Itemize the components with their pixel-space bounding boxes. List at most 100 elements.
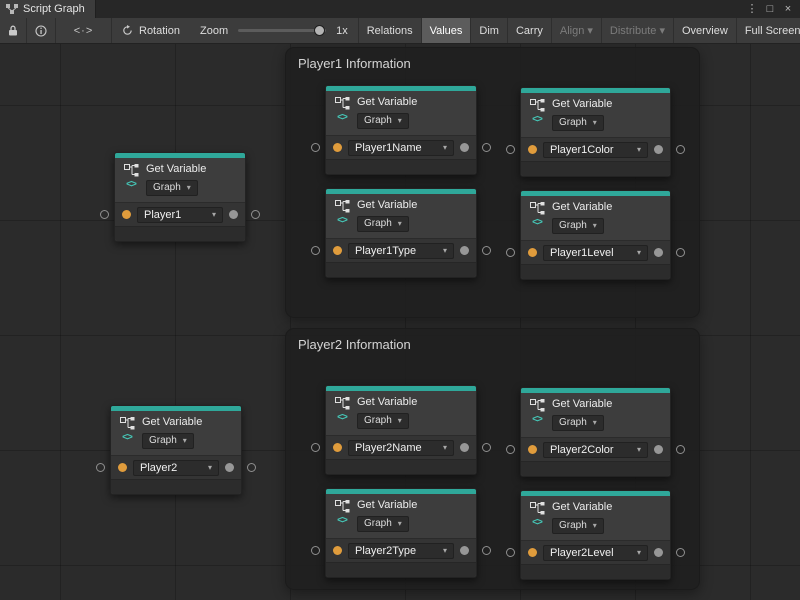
variable-dropdown[interactable]: Player1Level ▾ <box>543 245 648 261</box>
node-header-text: Get Variable Graph ▾ <box>552 501 612 534</box>
node-header-text: Get Variable Graph ▾ <box>552 201 612 234</box>
node-get-variable-player2color[interactable]: <> Get Variable Graph ▾ Player2Color ▾ <box>520 387 671 477</box>
variable-dropdown[interactable]: Player1Type ▾ <box>348 243 454 259</box>
input-port[interactable] <box>333 546 342 555</box>
input-port[interactable] <box>333 143 342 152</box>
node-get-variable-player2level[interactable]: <> Get Variable Graph ▾ Player2Level ▾ <box>520 490 671 580</box>
node-get-variable-player1level[interactable]: <> Get Variable Graph ▾ Player1Level ▾ <box>520 190 671 280</box>
output-port[interactable] <box>460 443 469 452</box>
input-port-ring[interactable] <box>506 445 515 454</box>
node-get-variable-player1[interactable]: <> Get Variable Graph ▾ Player1 ▾ <box>114 152 246 242</box>
input-port-ring[interactable] <box>311 546 320 555</box>
window-close-button[interactable]: × <box>779 0 797 18</box>
info-button[interactable] <box>27 18 56 43</box>
variable-dropdown[interactable]: Player2Type ▾ <box>348 543 454 559</box>
scope-dropdown[interactable]: Graph ▾ <box>552 115 604 131</box>
scope-dropdown[interactable]: Graph ▾ <box>357 413 409 429</box>
variable-dropdown-label: Player2 <box>140 462 177 474</box>
window-menu-button[interactable]: ⋮ <box>743 0 761 18</box>
output-port[interactable] <box>225 463 234 472</box>
scope-dropdown[interactable]: Graph ▾ <box>552 415 604 431</box>
variable-dropdown[interactable]: Player2Color ▾ <box>543 442 648 458</box>
node-get-variable-player1type[interactable]: <> Get Variable Graph ▾ Player1Type ▾ <box>325 188 477 278</box>
zoom-slider[interactable] <box>238 29 326 32</box>
variable-dropdown[interactable]: Player1Color ▾ <box>543 142 648 158</box>
input-port-ring[interactable] <box>311 443 320 452</box>
toolbar-button-full-screen[interactable]: Full Screen <box>736 18 800 43</box>
input-port[interactable] <box>528 145 537 154</box>
input-port-ring[interactable] <box>96 463 105 472</box>
toolbar-button-align[interactable]: Align ▾ <box>551 18 601 43</box>
output-port-ring[interactable] <box>676 248 685 257</box>
output-port[interactable] <box>460 546 469 555</box>
node-header-text: Get Variable Graph ▾ <box>552 398 612 431</box>
variable-dropdown[interactable]: Player1 ▾ <box>137 207 223 223</box>
input-port-ring[interactable] <box>506 248 515 257</box>
toolbar-button-carry[interactable]: Carry <box>507 18 551 43</box>
input-port-ring[interactable] <box>311 143 320 152</box>
output-port[interactable] <box>654 248 663 257</box>
output-port-ring[interactable] <box>482 546 491 555</box>
get-variable-icon <box>335 397 350 410</box>
zoom-slider-knob[interactable] <box>314 25 325 36</box>
output-port-ring[interactable] <box>251 210 260 219</box>
output-port[interactable] <box>460 143 469 152</box>
scope-dropdown[interactable]: Graph ▾ <box>146 180 198 196</box>
variable-dropdown[interactable]: Player2Name ▾ <box>348 440 454 456</box>
input-port[interactable] <box>333 246 342 255</box>
input-port[interactable] <box>333 443 342 452</box>
output-port[interactable] <box>654 548 663 557</box>
input-port-ring[interactable] <box>311 246 320 255</box>
output-port-ring[interactable] <box>247 463 256 472</box>
input-port[interactable] <box>118 463 127 472</box>
output-port[interactable] <box>460 246 469 255</box>
input-port[interactable] <box>122 210 131 219</box>
node-get-variable-player2[interactable]: <> Get Variable Graph ▾ Player2 ▾ <box>110 405 242 495</box>
scope-dropdown[interactable]: Graph ▾ <box>552 218 604 234</box>
output-port-ring[interactable] <box>676 548 685 557</box>
window-maximize-button[interactable]: □ <box>761 0 779 18</box>
input-port-ring[interactable] <box>506 548 515 557</box>
input-port[interactable] <box>528 445 537 454</box>
chevron-down-icon: ▾ <box>593 417 597 429</box>
window-controls: ⋮ □ × <box>743 0 800 18</box>
toolbar-button-overview[interactable]: Overview <box>673 18 736 43</box>
input-port-ring[interactable] <box>506 145 515 154</box>
node-icon-column: <> <box>529 398 545 431</box>
output-port-ring[interactable] <box>482 143 491 152</box>
output-port[interactable] <box>654 145 663 154</box>
node-get-variable-player1name[interactable]: <> Get Variable Graph ▾ Player1Name ▾ <box>325 85 477 175</box>
chevron-down-icon: ▾ <box>443 443 447 452</box>
node-get-variable-player2name[interactable]: <> Get Variable Graph ▾ Player2Name ▾ <box>325 385 477 475</box>
output-port[interactable] <box>229 210 238 219</box>
variable-dropdown[interactable]: Player2 ▾ <box>133 460 219 476</box>
scope-dropdown[interactable]: Graph ▾ <box>357 113 409 129</box>
node-get-variable-player2type[interactable]: <> Get Variable Graph ▾ Player2Type ▾ <box>325 488 477 578</box>
scope-dropdown[interactable]: Graph ▾ <box>357 216 409 232</box>
node-icon-column: <> <box>123 163 139 196</box>
lock-button[interactable] <box>0 18 27 43</box>
scope-dropdown[interactable]: Graph ▾ <box>357 516 409 532</box>
chevron-down-icon: ▾ <box>398 218 402 230</box>
scope-dropdown[interactable]: Graph ▾ <box>552 518 604 534</box>
code-toggle-button[interactable]: <·> <box>56 18 112 43</box>
tab-script-graph[interactable]: Script Graph <box>0 0 96 18</box>
node-get-variable-player1color[interactable]: <> Get Variable Graph ▾ Player1Color ▾ <box>520 87 671 177</box>
scope-dropdown[interactable]: Graph ▾ <box>142 433 194 449</box>
node-header: <> Get Variable Graph ▾ <box>326 391 476 435</box>
input-port[interactable] <box>528 248 537 257</box>
output-port-ring[interactable] <box>676 145 685 154</box>
toolbar-button-distribute[interactable]: Distribute ▾ <box>601 18 673 43</box>
toolbar-button-dim[interactable]: Dim <box>470 18 507 43</box>
output-port-ring[interactable] <box>482 246 491 255</box>
variable-dropdown[interactable]: Player2Level ▾ <box>543 545 648 561</box>
input-port[interactable] <box>528 548 537 557</box>
output-port[interactable] <box>654 445 663 454</box>
variable-dropdown[interactable]: Player1Name ▾ <box>348 140 454 156</box>
graph-canvas[interactable]: Player1 Information Player2 Information … <box>0 44 800 600</box>
toolbar-button-relations[interactable]: Relations <box>358 18 421 43</box>
output-port-ring[interactable] <box>482 443 491 452</box>
toolbar-button-values[interactable]: Values <box>421 18 471 43</box>
output-port-ring[interactable] <box>676 445 685 454</box>
input-port-ring[interactable] <box>100 210 109 219</box>
